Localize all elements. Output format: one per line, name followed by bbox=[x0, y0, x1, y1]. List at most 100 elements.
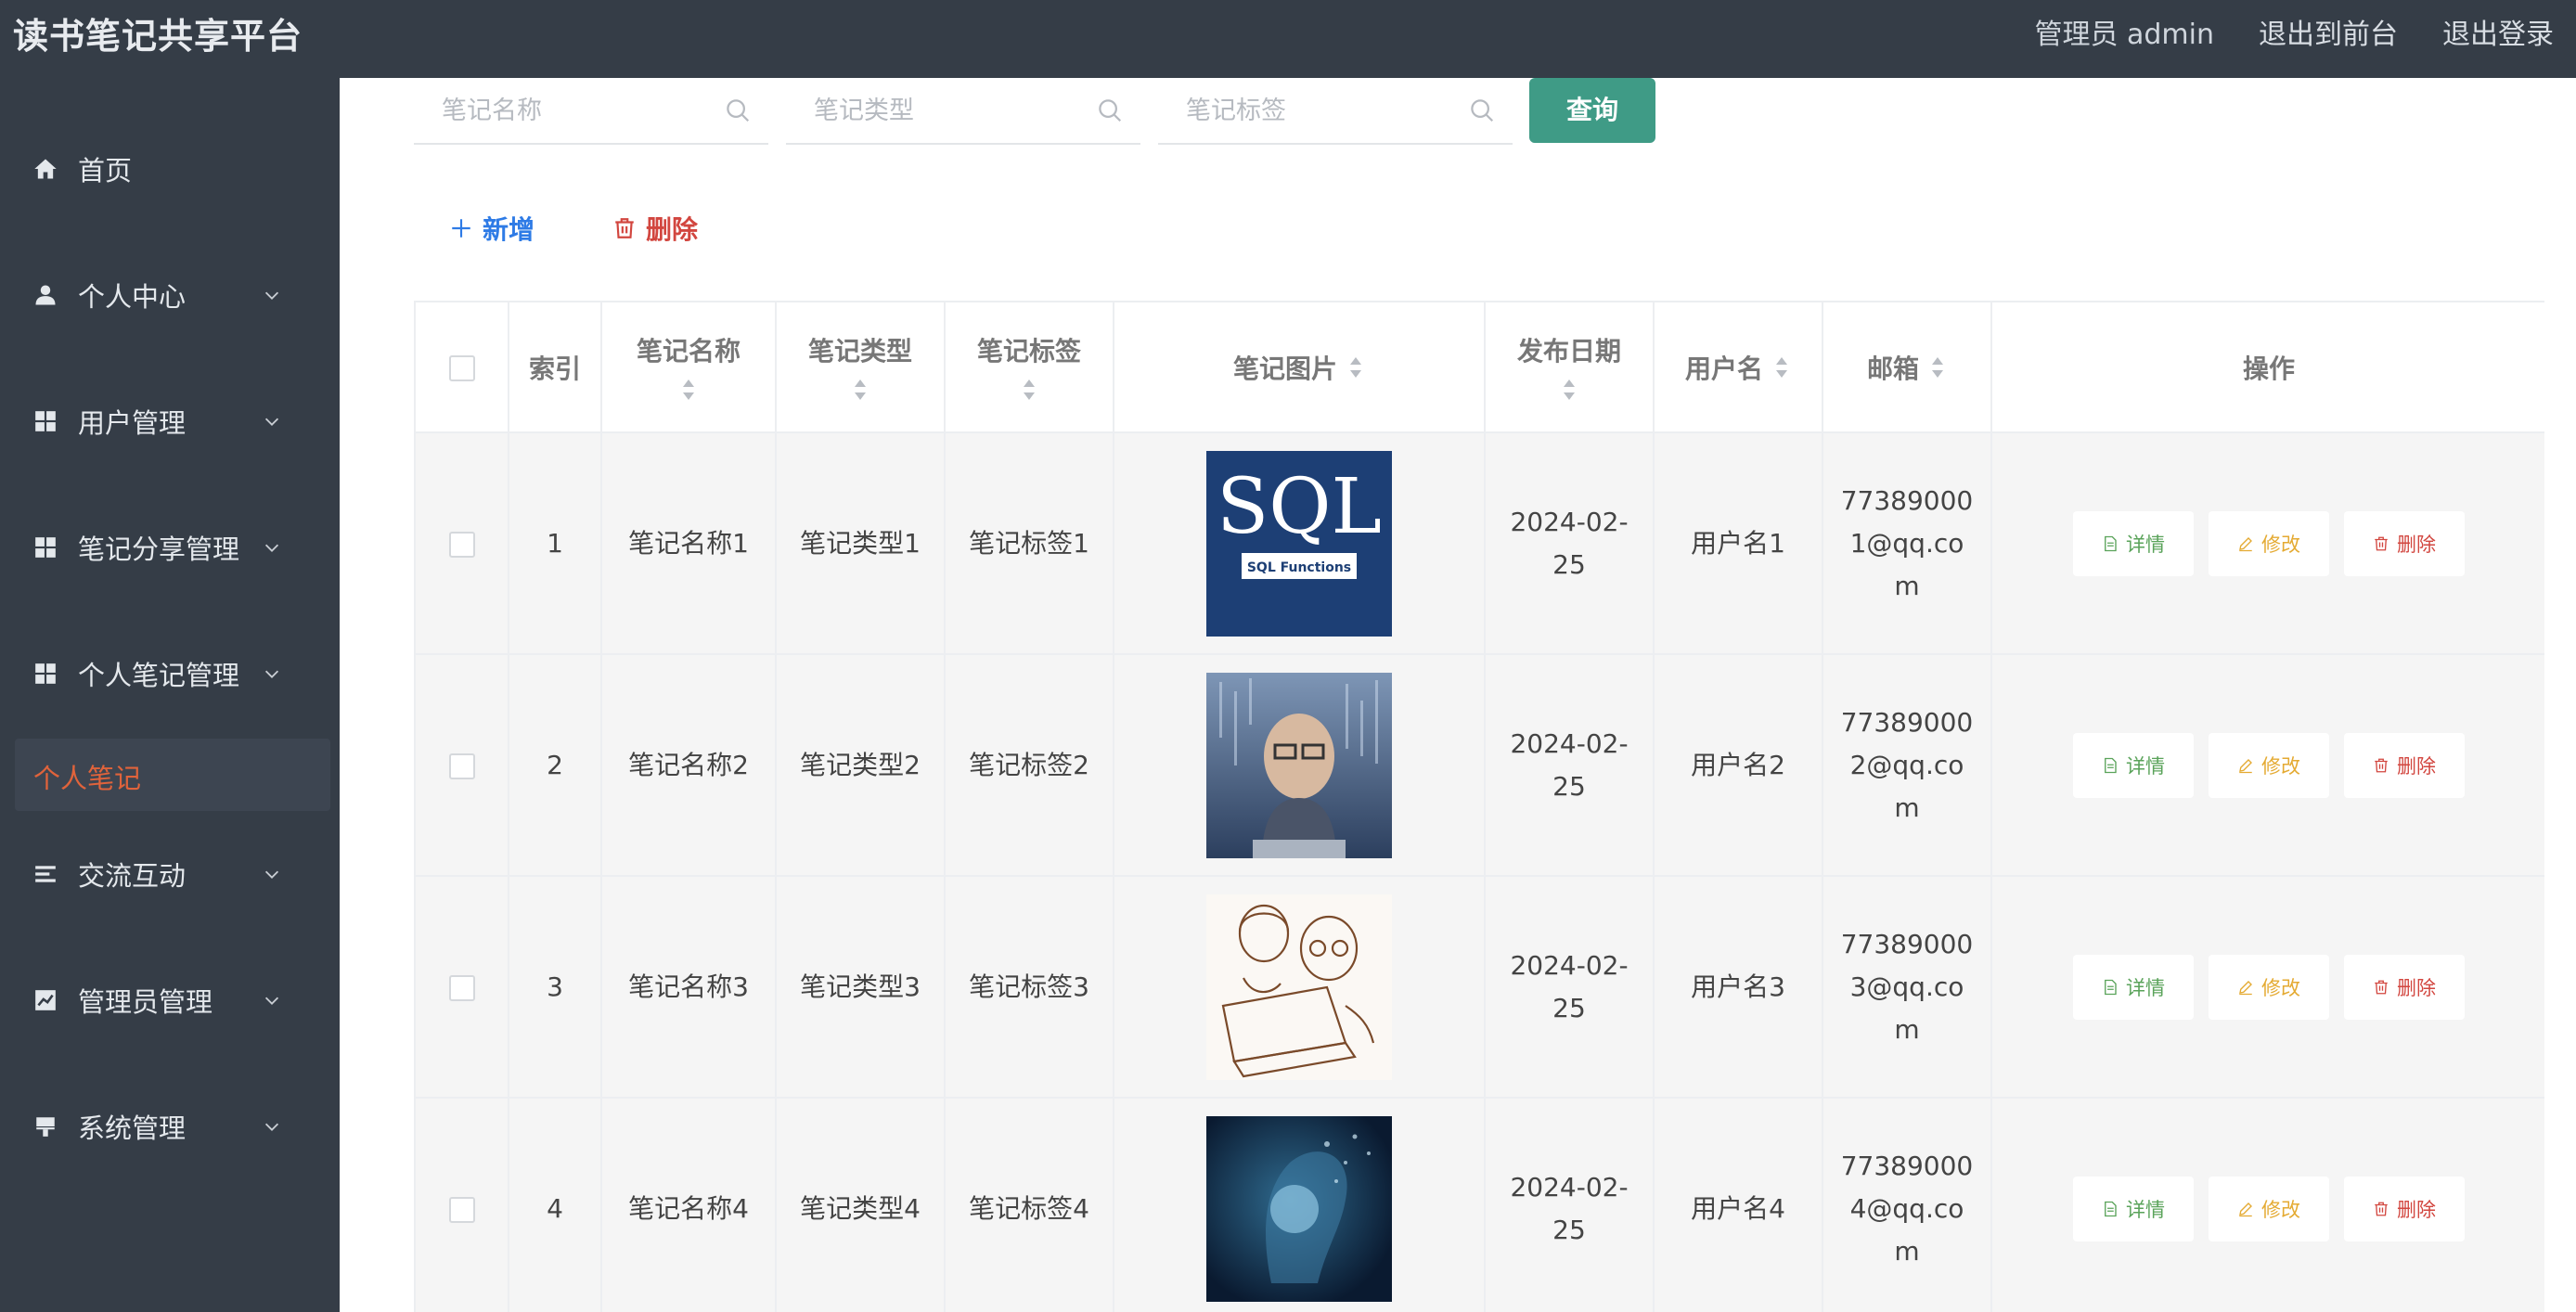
sort-icon[interactable] bbox=[851, 376, 869, 404]
edit-button[interactable]: 修改 bbox=[2209, 1176, 2329, 1241]
select-all-checkbox[interactable] bbox=[448, 355, 475, 381]
note-name-input[interactable] bbox=[414, 78, 711, 143]
search-icon[interactable] bbox=[1468, 96, 1496, 124]
sidebar-item-system[interactable]: 系统管理 bbox=[0, 1089, 340, 1164]
col-type[interactable]: 笔记类型 bbox=[776, 302, 946, 433]
row-checkbox[interactable] bbox=[448, 532, 475, 558]
notes-table: 索引 笔记名称 笔记类型 笔记标签 笔记图片 发布日期 用户名 邮箱 操作 1 … bbox=[414, 301, 2544, 1312]
select-all-cell bbox=[416, 302, 509, 433]
col-email[interactable]: 邮箱 bbox=[1823, 302, 1992, 433]
edit-icon bbox=[2239, 758, 2252, 773]
edit-icon bbox=[2239, 536, 2252, 551]
row-note-name: 笔记名称4 bbox=[628, 1192, 749, 1224]
row-index: 2 bbox=[547, 749, 563, 780]
chevron-down-icon bbox=[264, 291, 279, 300]
edit-icon bbox=[2239, 1202, 2252, 1216]
sidebar-item-profile[interactable]: 个人中心 bbox=[0, 258, 340, 332]
sidebar-item-home[interactable]: 首页 bbox=[0, 132, 340, 206]
row-index: 3 bbox=[547, 971, 563, 1002]
col-tag[interactable]: 笔记标签 bbox=[945, 302, 1114, 433]
row-date: 2024-02-25 bbox=[1510, 506, 1629, 580]
delete-button[interactable]: 删除 bbox=[2344, 732, 2465, 798]
note-type-search bbox=[786, 78, 1140, 145]
row-email: 773890001@qq.com bbox=[1840, 484, 1974, 601]
row-checkbox[interactable] bbox=[448, 753, 475, 779]
search-icon[interactable] bbox=[1096, 96, 1124, 124]
col-index: 索引 bbox=[509, 302, 602, 433]
sort-icon[interactable] bbox=[1020, 376, 1038, 404]
note-type-input[interactable] bbox=[786, 78, 1083, 143]
chart-icon bbox=[32, 986, 59, 1014]
col-ops: 操作 bbox=[1991, 302, 2544, 433]
sidebar-item-admins[interactable]: 管理员管理 bbox=[0, 963, 340, 1037]
front-link[interactable]: 退出到前台 bbox=[2259, 11, 2398, 52]
row-username: 用户名3 bbox=[1691, 971, 1785, 1002]
sort-icon[interactable] bbox=[1346, 354, 1365, 381]
col-name[interactable]: 笔记名称 bbox=[601, 302, 777, 433]
row-checkbox[interactable] bbox=[448, 1197, 475, 1223]
sidebar-item-interaction[interactable]: 交流互动 bbox=[0, 837, 340, 911]
row-email: 773890002@qq.com bbox=[1840, 706, 1974, 823]
sort-icon[interactable] bbox=[1560, 376, 1578, 404]
sort-icon[interactable] bbox=[1928, 354, 1947, 381]
edit-button[interactable]: 修改 bbox=[2209, 510, 2329, 576]
note-tag-input[interactable] bbox=[1158, 78, 1455, 143]
grid-icon bbox=[32, 660, 59, 688]
row-note-type: 笔记类型2 bbox=[800, 749, 921, 780]
sidebar-item-users[interactable]: 用户管理 bbox=[0, 384, 340, 458]
row-note-name: 笔记名称2 bbox=[628, 749, 749, 780]
row-date: 2024-02-25 bbox=[1510, 1171, 1629, 1245]
chevron-down-icon bbox=[264, 670, 279, 678]
note-tag-search bbox=[1158, 78, 1513, 145]
sidebar-item-personal-notes[interactable]: 个人笔记管理 bbox=[0, 637, 340, 711]
row-email: 773890003@qq.com bbox=[1840, 928, 1974, 1045]
col-date[interactable]: 发布日期 bbox=[1485, 302, 1655, 433]
detail-button[interactable]: 详情 bbox=[2073, 510, 2194, 576]
add-button[interactable]: 新增 bbox=[449, 202, 535, 254]
delete-button[interactable]: 删除 bbox=[2344, 954, 2465, 1020]
detail-button[interactable]: 详情 bbox=[2073, 732, 2194, 798]
row-checkbox[interactable] bbox=[448, 975, 475, 1001]
sidebar-subitem-label: 个人笔记 bbox=[33, 763, 142, 794]
delete-button[interactable]: 删除 bbox=[2344, 1176, 2465, 1241]
chevron-down-icon bbox=[264, 870, 279, 879]
note-image[interactable] bbox=[1206, 894, 1392, 1080]
sidebar-item-label: 个人中心 bbox=[78, 281, 187, 313]
note-image[interactable] bbox=[1206, 1115, 1392, 1302]
table-header-row: 索引 笔记名称 笔记类型 笔记标签 笔记图片 发布日期 用户名 邮箱 操作 bbox=[416, 302, 2544, 433]
svg-text:SQL Functions: SQL Functions bbox=[1247, 560, 1351, 575]
detail-button[interactable]: 详情 bbox=[2073, 954, 2194, 1020]
edit-button[interactable]: 修改 bbox=[2209, 954, 2329, 1020]
row-index: 1 bbox=[547, 527, 563, 559]
trash-icon bbox=[2375, 536, 2388, 550]
sidebar-item-note-share[interactable]: 笔记分享管理 bbox=[0, 510, 340, 585]
table-row: 2 笔记名称2 笔记类型2 笔记标签2 2024-02-25 用户名2 7738… bbox=[416, 654, 2544, 877]
sidebar-subitem-personal-note[interactable]: 个人笔记 bbox=[15, 739, 330, 811]
trash-icon bbox=[2375, 980, 2388, 994]
query-button[interactable]: 查询 bbox=[1529, 78, 1655, 143]
note-image[interactable]: SQL SQL Functions bbox=[1206, 450, 1392, 637]
row-note-type: 笔记类型4 bbox=[800, 1192, 921, 1224]
chevron-down-icon bbox=[264, 997, 279, 1005]
search-icon[interactable] bbox=[724, 96, 752, 124]
detail-button[interactable]: 详情 bbox=[2073, 1176, 2194, 1241]
sort-icon[interactable] bbox=[1772, 354, 1791, 381]
batch-delete-button[interactable]: 删除 bbox=[612, 202, 698, 254]
document-icon bbox=[2105, 757, 2117, 773]
col-username[interactable]: 用户名 bbox=[1654, 302, 1823, 433]
document-icon bbox=[2105, 979, 2117, 995]
row-email: 773890004@qq.com bbox=[1840, 1150, 1974, 1267]
row-note-type: 笔记类型1 bbox=[800, 527, 921, 559]
sidebar-item-label: 笔记分享管理 bbox=[78, 534, 240, 565]
list-icon bbox=[32, 860, 59, 888]
col-image[interactable]: 笔记图片 bbox=[1114, 302, 1486, 433]
sidebar-item-label: 管理员管理 bbox=[78, 986, 213, 1018]
delete-button[interactable]: 删除 bbox=[2344, 510, 2465, 576]
note-image[interactable] bbox=[1206, 672, 1392, 858]
row-date: 2024-02-25 bbox=[1510, 949, 1629, 1023]
chevron-down-icon bbox=[264, 418, 279, 426]
logout-link[interactable]: 退出登录 bbox=[2442, 11, 2554, 52]
brush-icon bbox=[32, 1113, 59, 1140]
sort-icon[interactable] bbox=[679, 376, 698, 404]
edit-button[interactable]: 修改 bbox=[2209, 732, 2329, 798]
